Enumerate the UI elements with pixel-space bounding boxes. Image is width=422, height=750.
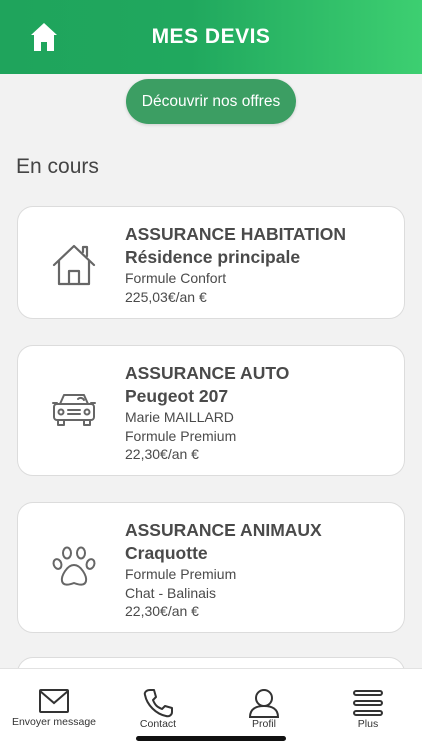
house-icon bbox=[52, 243, 96, 287]
page-title: MES DEVIS bbox=[151, 25, 271, 48]
tab-label: Plus bbox=[357, 718, 379, 730]
card-price: 225,03€/an € bbox=[125, 288, 207, 305]
card-detail: Formule Confort bbox=[125, 270, 227, 286]
card-title: ASSURANCE ANIMAUX bbox=[125, 520, 322, 540]
car-icon bbox=[52, 390, 96, 434]
quote-card-animaux[interactable]: ASSURANCE ANIMAUX Craquotte Formule Prem… bbox=[17, 502, 405, 633]
card-detail: Marie MAILLARD bbox=[125, 409, 234, 425]
tab-label: Profil bbox=[252, 718, 276, 730]
card-subtitle: Résidence principale bbox=[125, 247, 301, 267]
tab-more[interactable]: Plus bbox=[336, 669, 400, 739]
card-detail: Chat - Balinais bbox=[125, 584, 217, 601]
card-detail: Formule Premium bbox=[125, 427, 237, 444]
card-price: 22,30€/an € bbox=[125, 446, 199, 462]
header-bar: MES DEVIS bbox=[0, 0, 422, 74]
tab-label: Contact bbox=[139, 718, 177, 730]
phone-icon bbox=[143, 689, 173, 718]
tab-contact[interactable]: Contact bbox=[124, 669, 192, 739]
card-subtitle: Craquotte bbox=[125, 543, 208, 563]
card-subtitle: Peugeot 207 bbox=[125, 386, 229, 406]
quote-card-auto[interactable]: ASSURANCE AUTO Peugeot 207 Marie MAILLAR… bbox=[17, 345, 405, 476]
envelope-icon bbox=[39, 689, 69, 713]
discover-offers-button[interactable]: Découvrir nos offres bbox=[126, 79, 296, 124]
section-title: En cours bbox=[16, 155, 99, 178]
home-indicator bbox=[136, 736, 286, 741]
card-title: ASSURANCE AUTO bbox=[125, 363, 290, 383]
card-title: ASSURANCE HABITATION bbox=[125, 224, 347, 244]
tab-send-message[interactable]: Envoyer message bbox=[8, 669, 100, 739]
tab-label: Envoyer message bbox=[11, 716, 97, 728]
menu-icon bbox=[353, 690, 383, 716]
paw-icon bbox=[52, 545, 96, 589]
home-icon[interactable] bbox=[30, 22, 58, 52]
quote-card-habitation[interactable]: ASSURANCE HABITATION Résidence principal… bbox=[17, 206, 405, 319]
tab-profile[interactable]: Profil bbox=[230, 669, 298, 739]
card-price: 22,30€/an € bbox=[125, 603, 199, 619]
card-detail: Formule Premium bbox=[125, 566, 237, 582]
user-icon bbox=[249, 689, 279, 718]
